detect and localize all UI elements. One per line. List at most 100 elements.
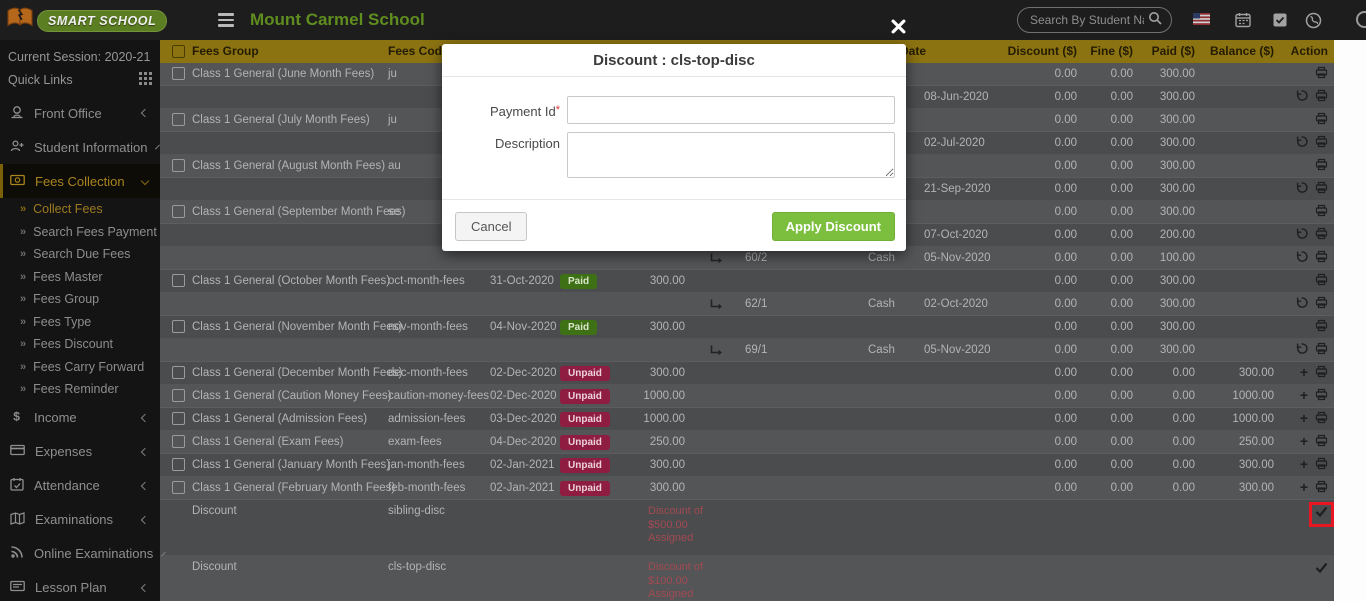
printer-icon[interactable]: [1315, 365, 1328, 381]
fees-group-cell: Class 1 General (Caution Money Fees): [192, 385, 391, 407]
check-icon[interactable]: [1315, 561, 1328, 577]
action-cell: +: [1288, 408, 1334, 430]
row-checkbox[interactable]: [172, 435, 185, 448]
calendar-icon[interactable]: [1235, 12, 1252, 29]
brand-logo[interactable]: SMART SCHOOL: [6, 6, 167, 35]
printer-icon[interactable]: [1315, 388, 1328, 404]
sidebar-subitem-search-due-fees[interactable]: »Search Due Fees: [0, 243, 160, 266]
student-search[interactable]: [1017, 7, 1172, 33]
double-arrow-icon: »: [20, 203, 26, 215]
row-checkbox[interactable]: [172, 274, 185, 287]
printer-icon[interactable]: [1315, 181, 1328, 197]
discount-cell: 0.00: [1005, 224, 1077, 246]
sidebar-item-lesson-plan[interactable]: Lesson Plan: [0, 571, 160, 605]
fees-group-cell: Class 1 General (Exam Fees): [192, 431, 343, 453]
hamburger-icon[interactable]: [218, 13, 234, 30]
task-check-icon[interactable]: [1272, 12, 1289, 29]
row-checkbox[interactable]: [172, 389, 185, 402]
description-field[interactable]: [567, 132, 895, 178]
sidebar-subitem-fees-reminder[interactable]: »Fees Reminder: [0, 378, 160, 401]
paid-cell: 0.00: [1131, 385, 1195, 407]
plus-icon[interactable]: +: [1300, 481, 1308, 495]
search-icon[interactable]: [1148, 11, 1162, 30]
undo-icon[interactable]: [1295, 227, 1308, 243]
action-cell: [1288, 63, 1334, 85]
sidebar: Current Session: 2020-21 Quick Links Fro…: [0, 40, 160, 601]
sidebar-item-fees-collection[interactable]: Fees Collection: [0, 164, 160, 198]
action-cell: +: [1288, 477, 1334, 499]
printer-icon[interactable]: [1315, 319, 1328, 335]
double-arrow-icon: »: [20, 248, 26, 260]
us-flag-icon[interactable]: [1193, 12, 1210, 29]
close-icon[interactable]: [891, 19, 907, 35]
row-checkbox[interactable]: [172, 205, 185, 218]
sidebar-item-online-examinations[interactable]: Online Examinations: [0, 537, 160, 571]
amount-cell: 1000.00: [600, 385, 685, 407]
plus-icon[interactable]: +: [1300, 435, 1308, 449]
row-checkbox[interactable]: [172, 67, 185, 80]
profile-partial-icon[interactable]: [1356, 11, 1366, 28]
sidebar-item-examinations[interactable]: Examinations: [0, 503, 160, 537]
printer-icon[interactable]: [1315, 89, 1328, 105]
sidebar-item-expenses[interactable]: Expenses: [0, 435, 160, 469]
sidebar-subitem-search-fees-payment[interactable]: »Search Fees Payment: [0, 221, 160, 244]
sidebar-subitem-fees-carry-forward[interactable]: »Fees Carry Forward: [0, 356, 160, 379]
sidebar-subitem-fees-type[interactable]: »Fees Type: [0, 311, 160, 334]
chevron-left-icon: [155, 145, 160, 150]
undo-icon[interactable]: [1295, 342, 1308, 358]
row-checkbox[interactable]: [172, 412, 185, 425]
sidebar-item-attendance[interactable]: Attendance: [0, 469, 160, 503]
undo-icon[interactable]: [1295, 135, 1308, 151]
payment-id-field[interactable]: [567, 96, 895, 124]
row-checkbox[interactable]: [172, 481, 185, 494]
row-checkbox[interactable]: [172, 320, 185, 333]
search-input[interactable]: [1030, 13, 1144, 27]
plus-icon[interactable]: +: [1300, 458, 1308, 472]
printer-icon[interactable]: [1315, 434, 1328, 450]
printer-icon[interactable]: [1315, 158, 1328, 174]
printer-icon[interactable]: [1315, 411, 1328, 427]
sidebar-subitem-collect-fees[interactable]: »Collect Fees: [0, 198, 160, 221]
undo-icon[interactable]: [1295, 296, 1308, 312]
plus-icon[interactable]: +: [1300, 389, 1308, 403]
select-all-checkbox[interactable]: [172, 45, 185, 58]
printer-icon[interactable]: [1315, 480, 1328, 496]
printer-icon[interactable]: [1315, 227, 1328, 243]
sidebar-item-front-office[interactable]: Front Office: [0, 96, 160, 130]
undo-icon[interactable]: [1295, 250, 1308, 266]
fees-code-cell: admission-fees: [388, 408, 465, 430]
printer-icon[interactable]: [1315, 296, 1328, 312]
whatsapp-icon[interactable]: [1305, 12, 1322, 29]
plus-icon[interactable]: +: [1300, 366, 1308, 380]
fees-group-cell: Class 1 General (October Month Fees): [192, 270, 390, 292]
sidebar-subitem-fees-master[interactable]: »Fees Master: [0, 266, 160, 289]
sidebar-subitem-fees-group[interactable]: »Fees Group: [0, 288, 160, 311]
printer-icon[interactable]: [1315, 342, 1328, 358]
undo-icon[interactable]: [1295, 181, 1308, 197]
action-cell: +: [1288, 385, 1334, 407]
printer-icon[interactable]: [1315, 66, 1328, 82]
printer-icon[interactable]: [1315, 135, 1328, 151]
undo-icon[interactable]: [1295, 89, 1308, 105]
row-checkbox[interactable]: [172, 366, 185, 379]
apply-discount-button[interactable]: Apply Discount: [772, 212, 895, 241]
fine-cell: 0.00: [1075, 86, 1133, 108]
printer-icon[interactable]: [1315, 204, 1328, 220]
quick-links-grid-icon[interactable]: [139, 72, 152, 88]
cancel-button[interactable]: Cancel: [455, 212, 527, 241]
action-cell: +: [1288, 431, 1334, 453]
sidebar-item-income[interactable]: $Income: [0, 401, 160, 435]
action-cell: [1288, 201, 1334, 223]
printer-icon[interactable]: [1315, 250, 1328, 266]
printer-icon[interactable]: [1315, 457, 1328, 473]
plus-icon[interactable]: +: [1300, 412, 1308, 426]
row-checkbox[interactable]: [172, 113, 185, 126]
discount-cell: 0.00: [1005, 155, 1077, 177]
sidebar-item-student-information[interactable]: Student Information: [0, 130, 160, 164]
fees-code-cell: ju: [388, 63, 397, 85]
row-checkbox[interactable]: [172, 458, 185, 471]
sidebar-subitem-fees-discount[interactable]: »Fees Discount: [0, 333, 160, 356]
printer-icon[interactable]: [1315, 112, 1328, 128]
printer-icon[interactable]: [1315, 273, 1328, 289]
row-checkbox[interactable]: [172, 159, 185, 172]
